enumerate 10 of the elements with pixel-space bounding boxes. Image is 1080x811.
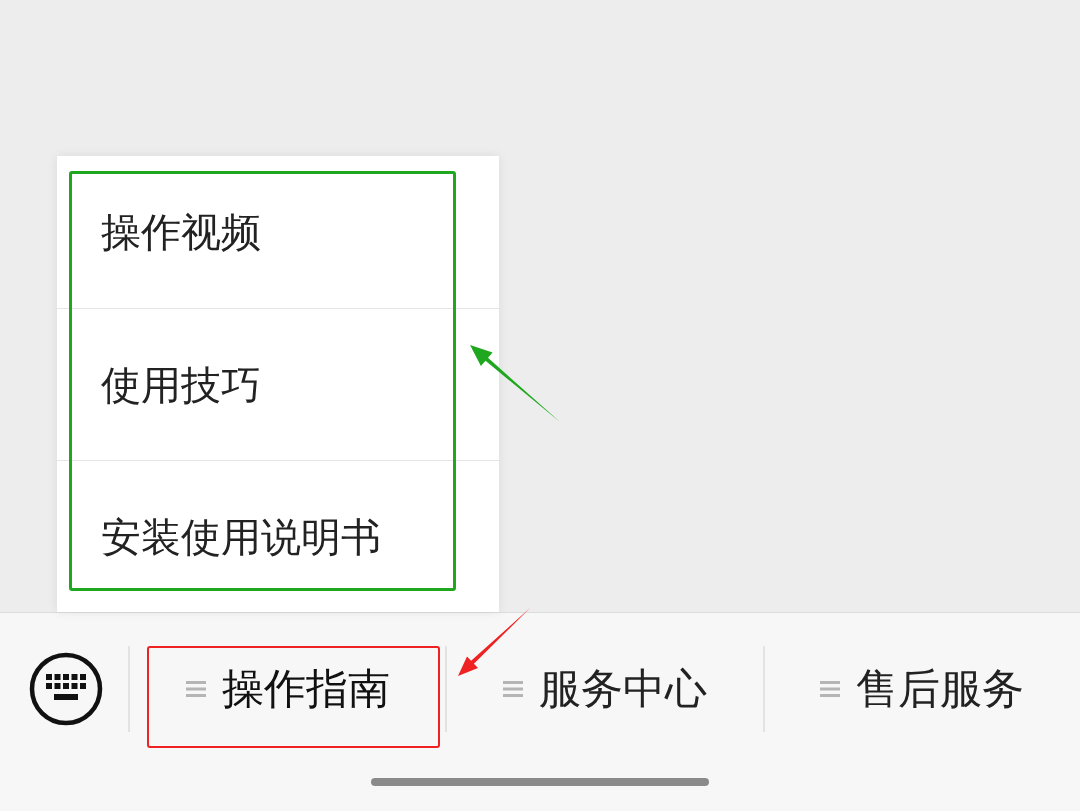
keyboard-icon[interactable]	[28, 651, 104, 727]
menu-icon	[185, 680, 206, 698]
menu-tab[interactable]: 售后服务	[820, 668, 1025, 710]
popup-menu-item[interactable]: 操作视频	[101, 212, 261, 252]
popup-menu-item[interactable]: 使用技巧	[101, 364, 261, 405]
menu-tab[interactable]: 操作指南	[185, 668, 390, 710]
popup-menu-item[interactable]: 安装使用说明书	[101, 516, 381, 557]
menu-tab[interactable]: 服务中心	[503, 668, 707, 710]
menu-icon	[820, 680, 841, 698]
menu-icon	[503, 680, 523, 698]
